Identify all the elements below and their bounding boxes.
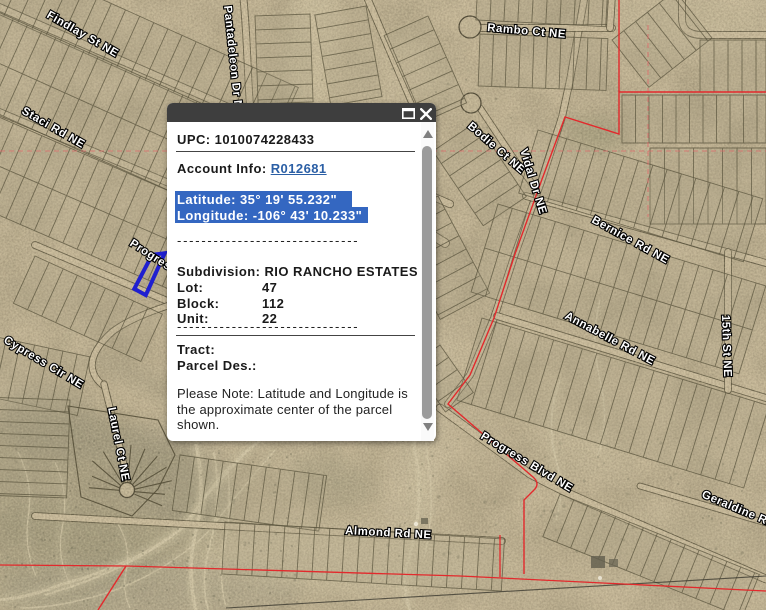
svg-text:15th St NE: 15th St NE bbox=[719, 315, 733, 378]
